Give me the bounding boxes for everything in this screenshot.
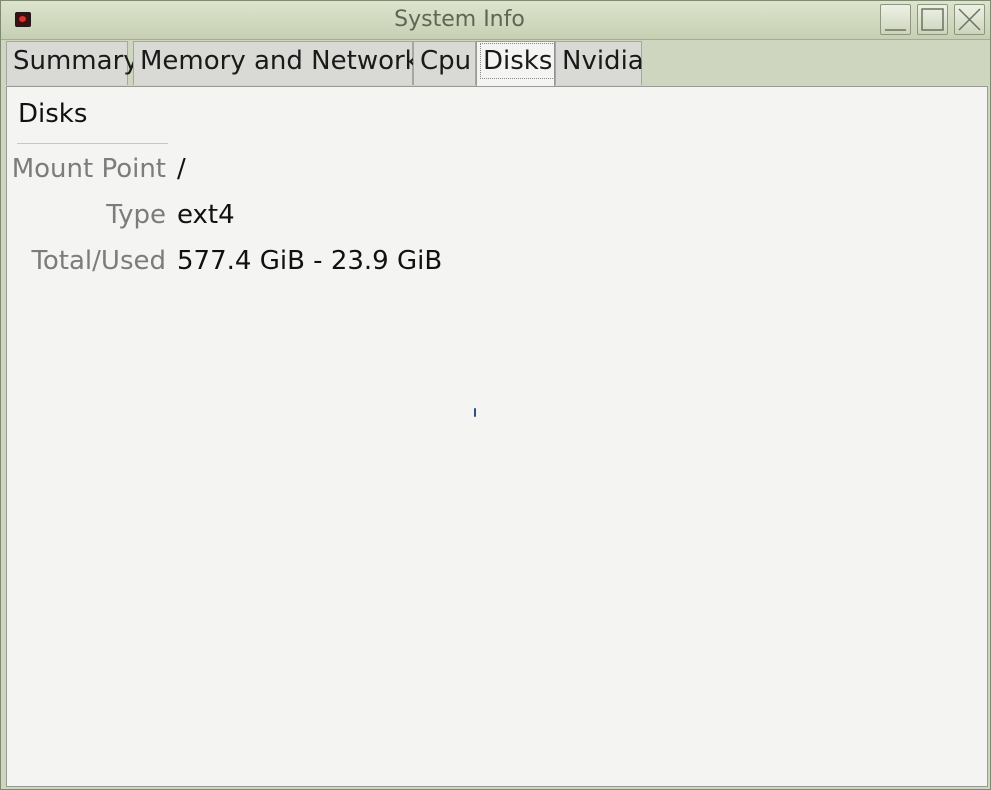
maximize-button[interactable] — [917, 4, 948, 35]
tab-disks[interactable]: Disks — [476, 41, 556, 87]
total-used-value: 577.4 GiB - 23.9 GiB — [177, 246, 443, 276]
tab-disks-label: Disks — [479, 43, 556, 79]
section-title: Disks — [18, 99, 88, 129]
system-info-window: System Info Summary Memory and Network C… — [0, 0, 991, 790]
cursor-mark — [474, 408, 476, 417]
window-title: System Info — [394, 7, 525, 32]
minimize-icon — [885, 29, 906, 31]
maximize-icon — [921, 8, 944, 31]
type-label: Type — [106, 200, 166, 230]
tab-summary[interactable]: Summary — [6, 41, 139, 85]
tab-summary-label: Summary — [13, 46, 139, 76]
close-button[interactable] — [954, 4, 985, 35]
total-used-label: Total/Used — [31, 246, 166, 276]
tab-cpu-label: Cpu — [420, 46, 472, 76]
tab-cpu[interactable]: Cpu — [413, 41, 476, 85]
mount-point-value: / — [177, 154, 186, 184]
disks-panel: Disks Mount Point / Type ext4 Total/Used… — [6, 86, 988, 787]
minimize-button[interactable] — [880, 4, 911, 35]
tab-bar: Summary Memory and Network Cpu Disks Nvi… — [6, 41, 986, 87]
section-divider — [17, 143, 168, 144]
titlebar[interactable]: System Info — [1, 1, 990, 40]
mount-point-label: Mount Point — [11, 154, 166, 184]
tab-nvidia[interactable]: Nvidia — [555, 41, 644, 85]
tab-memory-and-network-label: Memory and Network — [140, 46, 420, 76]
close-icon — [958, 8, 981, 31]
tab-nvidia-label: Nvidia — [562, 46, 644, 76]
tab-memory-and-network[interactable]: Memory and Network — [133, 41, 420, 85]
type-value: ext4 — [177, 200, 235, 230]
